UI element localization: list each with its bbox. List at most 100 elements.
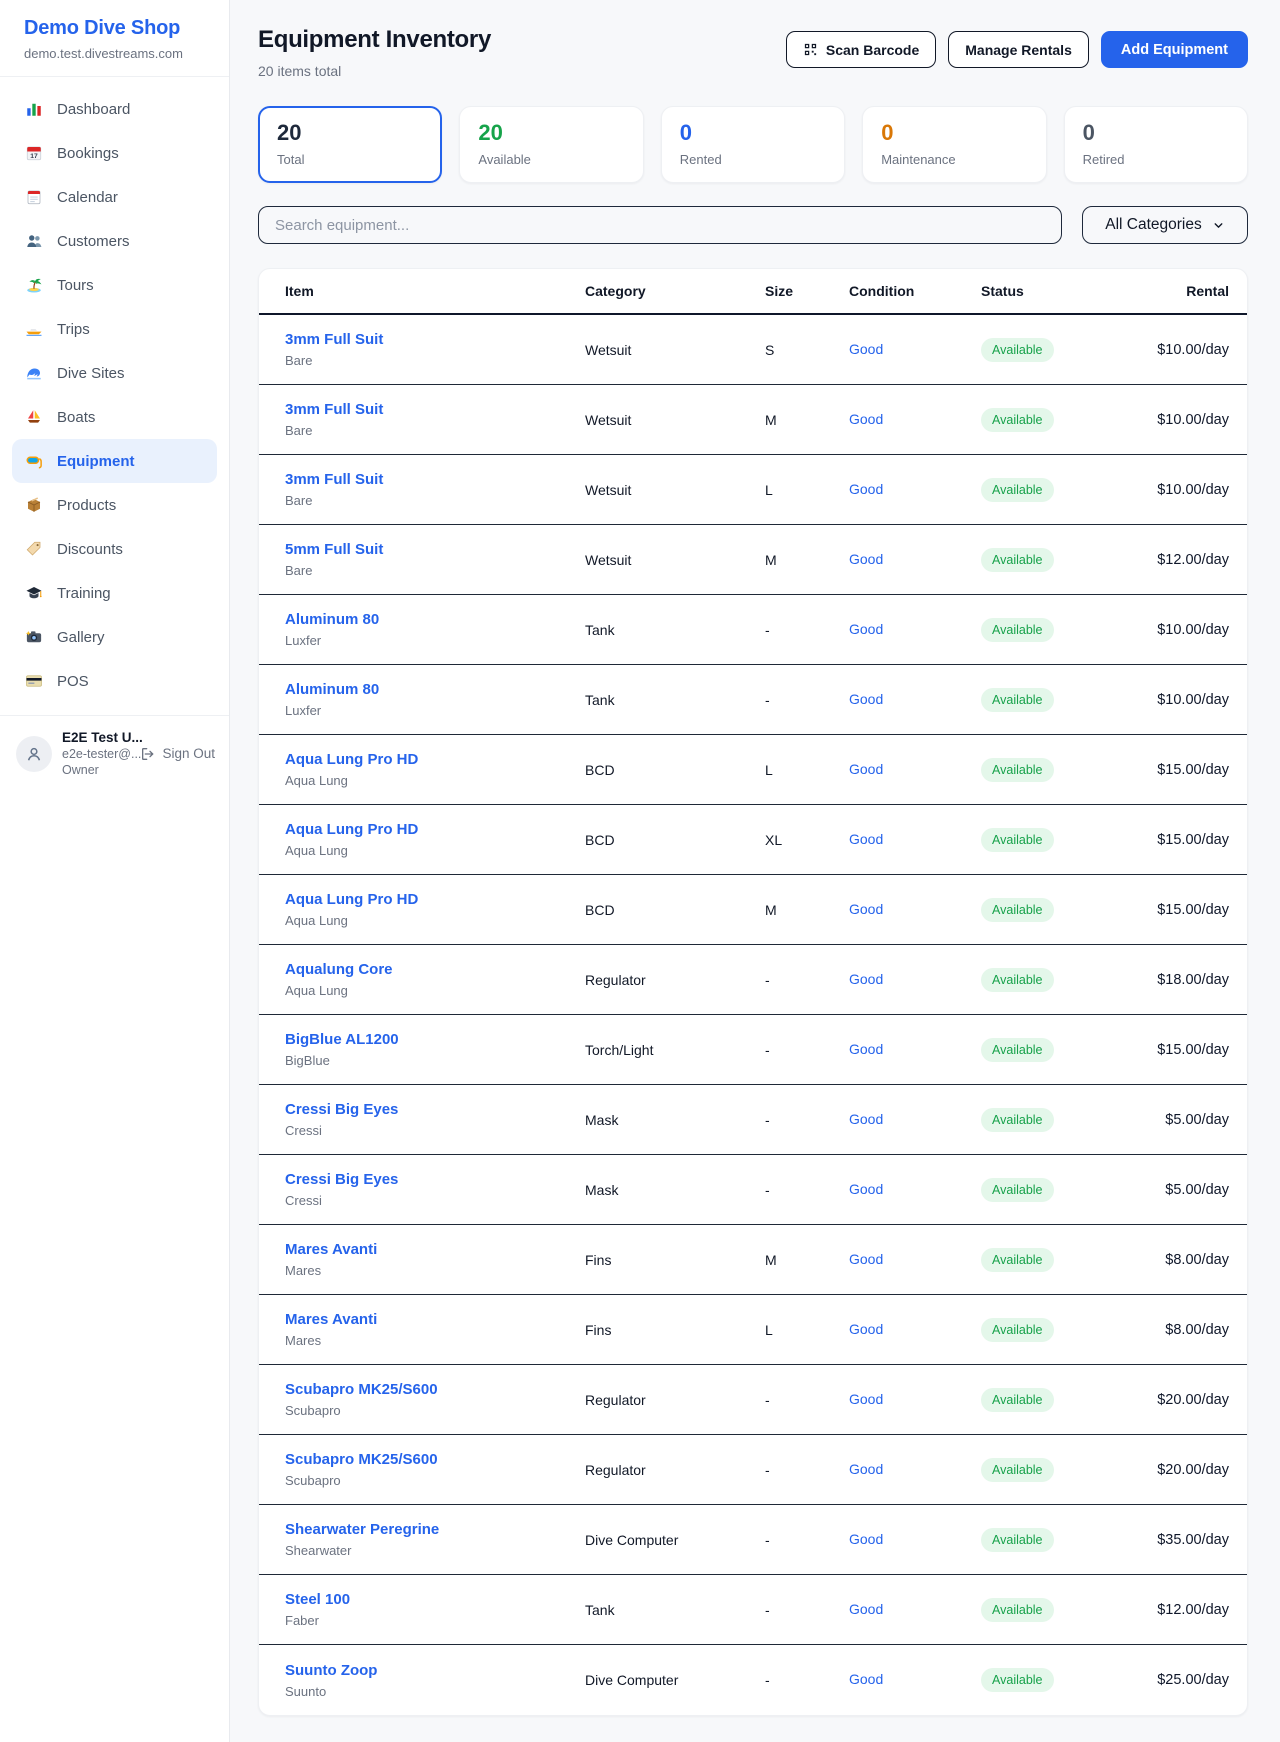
stat-card-maintenance[interactable]: 0 Maintenance — [862, 106, 1046, 183]
equipment-size: M — [765, 1252, 849, 1268]
equipment-condition-link[interactable]: Good — [849, 1181, 883, 1197]
sidebar-item-dive-sites[interactable]: Dive Sites — [12, 351, 217, 395]
equipment-item-brand: Scubapro — [285, 1403, 585, 1418]
person-icon — [24, 744, 44, 764]
header-actions: Scan Barcode Manage Rentals Add Equipmen… — [786, 31, 1248, 68]
equipment-item-link[interactable]: Aqua Lung Pro HD — [285, 891, 418, 908]
equipment-inventory-page: Demo Dive Shop demo.test.divestreams.com… — [0, 0, 1280, 1742]
shop-name-link[interactable]: Demo Dive Shop — [24, 17, 205, 40]
status-badge: Available — [981, 618, 1054, 642]
stat-card-rented[interactable]: 0 Rented — [661, 106, 845, 183]
equipment-item-link[interactable]: 3mm Full Suit — [285, 471, 383, 488]
equipment-item-link[interactable]: Cressi Big Eyes — [285, 1171, 398, 1188]
status-badge: Available — [981, 1388, 1054, 1412]
credit-card-icon — [24, 672, 44, 690]
stat-card-available[interactable]: 20 Available — [459, 106, 643, 183]
sidebar-item-pos[interactable]: POS — [12, 659, 217, 703]
equipment-condition-link[interactable]: Good — [849, 691, 883, 707]
speedboat-icon — [24, 320, 44, 338]
equipment-rental-rate: $8.00/day — [1134, 1252, 1247, 1268]
equipment-condition-link[interactable]: Good — [849, 621, 883, 637]
sidebar-item-discounts[interactable]: Discounts — [12, 527, 217, 571]
equipment-item-link[interactable]: Mares Avanti — [285, 1311, 377, 1328]
equipment-condition-link[interactable]: Good — [849, 1671, 883, 1687]
sidebar-item-training[interactable]: Training — [12, 571, 217, 615]
calendar-date-icon: 17 — [24, 144, 44, 162]
status-badge: Available — [981, 1038, 1054, 1062]
filters-row: All Categories — [258, 206, 1248, 244]
equipment-item-link[interactable]: Shearwater Peregrine — [285, 1521, 439, 1538]
equipment-condition-link[interactable]: Good — [849, 1461, 883, 1477]
sidebar-item-products[interactable]: Products — [12, 483, 217, 527]
equipment-rental-rate: $35.00/day — [1134, 1532, 1247, 1548]
equipment-condition-link[interactable]: Good — [849, 551, 883, 567]
user-info: E2E Test U... e2e-tester@... Owner — [62, 730, 130, 777]
equipment-item-link[interactable]: Aluminum 80 — [285, 611, 379, 628]
equipment-item-link[interactable]: Steel 100 — [285, 1591, 350, 1608]
sidebar-item-calendar[interactable]: Calendar — [12, 175, 217, 219]
equipment-size: - — [765, 692, 849, 708]
category-select[interactable]: All Categories — [1082, 206, 1248, 244]
sidebar-item-customers[interactable]: Customers — [12, 219, 217, 263]
equipment-item-link[interactable]: Aqua Lung Pro HD — [285, 821, 418, 838]
sign-out-button[interactable]: Sign Out — [140, 746, 215, 762]
sidebar-item-equipment[interactable]: Equipment — [12, 439, 217, 483]
user-email: e2e-tester@... — [62, 747, 130, 761]
equipment-condition-link[interactable]: Good — [849, 1321, 883, 1337]
equipment-condition-link[interactable]: Good — [849, 1041, 883, 1057]
sidebar-item-tours[interactable]: Tours — [12, 263, 217, 307]
equipment-item-brand: Faber — [285, 1613, 585, 1628]
equipment-item-brand: Shearwater — [285, 1543, 585, 1558]
equipment-condition-link[interactable]: Good — [849, 1531, 883, 1547]
sidebar-item-gallery[interactable]: Gallery — [12, 615, 217, 659]
equipment-condition-link[interactable]: Good — [849, 761, 883, 777]
equipment-item-link[interactable]: Scubapro MK25/S600 — [285, 1451, 438, 1468]
equipment-item-link[interactable]: 5mm Full Suit — [285, 541, 383, 558]
equipment-condition-link[interactable]: Good — [849, 481, 883, 497]
wave-icon — [24, 364, 44, 382]
equipment-item-link[interactable]: Aqua Lung Pro HD — [285, 751, 418, 768]
equipment-condition-link[interactable]: Good — [849, 1251, 883, 1267]
stat-label: Retired — [1083, 152, 1229, 167]
bar-chart-icon — [24, 100, 44, 118]
equipment-item-link[interactable]: Scubapro MK25/S600 — [285, 1381, 438, 1398]
equipment-item-link[interactable]: Suunto Zoop — [285, 1662, 377, 1679]
add-equipment-button[interactable]: Add Equipment — [1101, 31, 1248, 68]
sidebar-nav: Dashboard 17 Bookings Calendar Customers… — [0, 77, 229, 713]
equipment-item-link[interactable]: Mares Avanti — [285, 1241, 377, 1258]
scan-barcode-button[interactable]: Scan Barcode — [786, 31, 936, 68]
equipment-item-brand: Scubapro — [285, 1473, 585, 1488]
table-row-aqualung-core-: Aqualung Core Aqua Lung Regulator - Good… — [259, 945, 1247, 1015]
graduation-cap-icon — [24, 584, 44, 602]
equipment-condition-link[interactable]: Good — [849, 971, 883, 987]
users-icon — [24, 232, 44, 250]
equipment-condition-link[interactable]: Good — [849, 1111, 883, 1127]
manage-rentals-button[interactable]: Manage Rentals — [948, 31, 1089, 68]
stat-card-retired[interactable]: 0 Retired — [1064, 106, 1248, 183]
equipment-item-link[interactable]: 3mm Full Suit — [285, 401, 383, 418]
equipment-item-link[interactable]: 3mm Full Suit — [285, 331, 383, 348]
user-role: Owner — [62, 763, 130, 777]
sidebar-item-boats[interactable]: Boats — [12, 395, 217, 439]
equipment-item-link[interactable]: Aqualung Core — [285, 961, 393, 978]
equipment-item-brand: Bare — [285, 493, 585, 508]
equipment-item-link[interactable]: Cressi Big Eyes — [285, 1101, 398, 1118]
manage-rentals-label: Manage Rentals — [965, 42, 1072, 58]
table-row-aqua-lung-pro-hd-xl: Aqua Lung Pro HD Aqua Lung BCD XL Good A… — [259, 805, 1247, 875]
sidebar-item-bookings[interactable]: 17 Bookings — [12, 131, 217, 175]
equipment-item-link[interactable]: BigBlue AL1200 — [285, 1031, 399, 1048]
stat-card-total[interactable]: 20 Total — [258, 106, 442, 183]
equipment-condition-link[interactable]: Good — [849, 411, 883, 427]
equipment-item-link[interactable]: Aluminum 80 — [285, 681, 379, 698]
equipment-condition-link[interactable]: Good — [849, 1601, 883, 1617]
equipment-condition-link[interactable]: Good — [849, 831, 883, 847]
equipment-condition-link[interactable]: Good — [849, 1391, 883, 1407]
equipment-condition-link[interactable]: Good — [849, 341, 883, 357]
status-badge: Available — [981, 1318, 1054, 1342]
sidebar-item-trips[interactable]: Trips — [12, 307, 217, 351]
equipment-rental-rate: $8.00/day — [1134, 1322, 1247, 1338]
status-badge: Available — [981, 688, 1054, 712]
search-input[interactable] — [258, 206, 1062, 244]
sidebar-item-dashboard[interactable]: Dashboard — [12, 87, 217, 131]
equipment-condition-link[interactable]: Good — [849, 901, 883, 917]
